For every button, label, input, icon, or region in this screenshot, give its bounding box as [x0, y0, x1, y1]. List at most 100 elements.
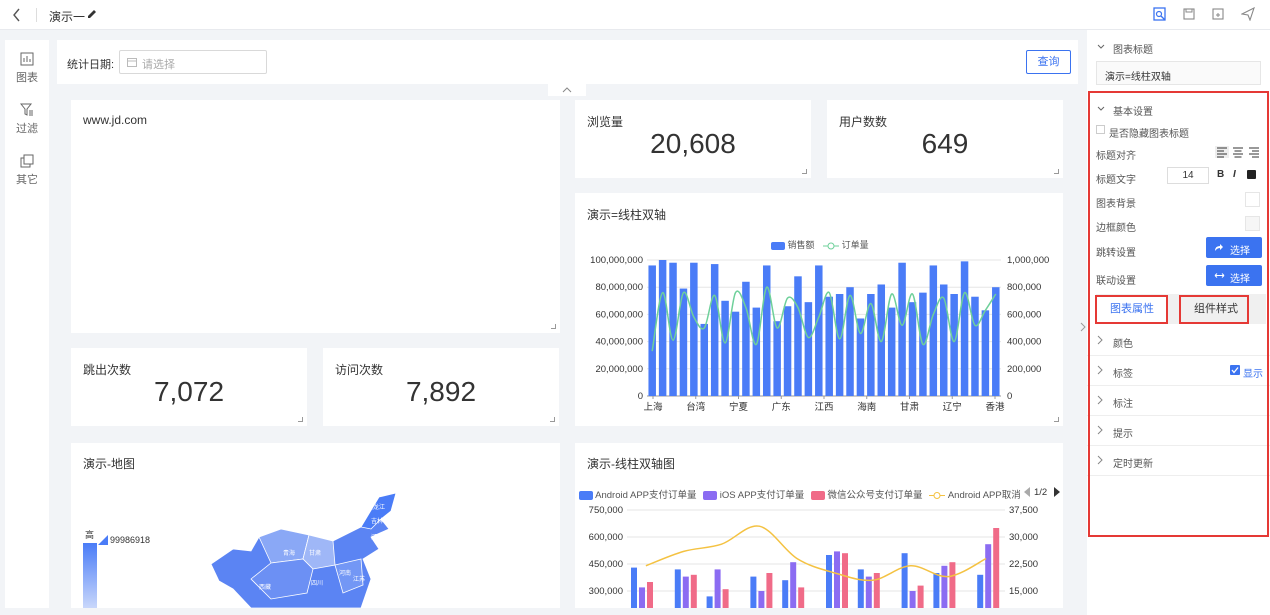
y-left-tick-label: 40,000,000 — [595, 337, 643, 348]
kpi-value: 7,892 — [405, 376, 477, 407]
bar — [865, 576, 872, 608]
bar — [887, 307, 896, 396]
y-right-tick-label: 37,500 — [1009, 505, 1038, 516]
save-icon[interactable] — [1183, 8, 1195, 20]
chart-widget-line-bar[interactable]: 演示-线柱双轴图 Android APP支付订单量 iOS APP支付订单量 微… — [575, 443, 1063, 608]
save-as-icon[interactable] — [1212, 8, 1224, 20]
date-label: 统计日期: — [67, 59, 115, 71]
y-right-tick-label: 200,000 — [1007, 364, 1041, 375]
bar — [722, 589, 729, 608]
section-title-heading: 图表标题 — [1113, 45, 1153, 56]
map-label: 西藏 — [259, 583, 271, 591]
bar — [762, 265, 771, 396]
legend-next-icon[interactable] — [1053, 487, 1061, 497]
y-left-tick-label: 20,000,000 — [595, 364, 643, 375]
bar — [782, 580, 789, 608]
bar — [794, 276, 802, 396]
x-tick-label: 海南 — [857, 401, 876, 413]
bar — [949, 562, 956, 608]
chart-plot: 750,000 37,500 600,000 30,000 450,000 22,500 3… — [589, 505, 1038, 608]
other-icon — [20, 154, 34, 168]
bar — [815, 265, 823, 396]
chevron-right-icon[interactable] — [1080, 322, 1086, 332]
bar — [842, 553, 848, 608]
map-widget[interactable]: 演示-地图 高 99986918 新疆 黑龙江 吉林 青海 甘肃 四川 西藏 河… — [71, 443, 560, 608]
bar — [766, 573, 773, 608]
bar — [917, 585, 924, 608]
kpi-card-page-views[interactable]: 浏览量 20,608 — [575, 100, 811, 178]
resize-handle[interactable] — [1054, 417, 1059, 422]
y-left-tick-label: 450,000 — [589, 559, 623, 570]
panel-splitter[interactable] — [1078, 30, 1087, 615]
chart-widget-dual-axis[interactable]: 演示=线柱双轴 销售额 订单量 0 0 20,000,000 200,000 40,00… — [575, 193, 1063, 426]
chart-title: 演示-地图 — [83, 457, 135, 471]
bar — [992, 287, 1000, 396]
nav-label: 其它 — [16, 174, 38, 186]
bar — [834, 551, 840, 608]
bar — [971, 296, 979, 396]
bar — [901, 553, 908, 608]
x-tick-label: 广东 — [772, 401, 791, 413]
map-label: 上海 — [367, 587, 379, 595]
nav-item-other[interactable]: 其它 — [5, 154, 49, 187]
preview-icon[interactable] — [1153, 7, 1167, 22]
collapse-filter-handle[interactable] — [548, 84, 586, 96]
resize-handle[interactable] — [550, 417, 555, 422]
query-button[interactable]: 查询 — [1026, 50, 1071, 74]
bar — [714, 569, 721, 608]
bar — [773, 321, 781, 396]
edit-icon[interactable] — [86, 8, 98, 20]
chevron-down-icon[interactable] — [1097, 44, 1105, 50]
map-legend-handle[interactable] — [98, 535, 108, 545]
chart-plot: 0 0 20,000,000 200,000 40,000,000 400,000 60,0… — [590, 255, 1049, 413]
resize-handle[interactable] — [1054, 169, 1059, 174]
y-right-tick-label: 600,000 — [1007, 309, 1041, 320]
resize-handle[interactable] — [802, 169, 807, 174]
kpi-card-visits[interactable]: 访问次数 7,892 — [323, 348, 559, 426]
bar — [750, 576, 757, 608]
back-icon[interactable] — [12, 8, 22, 22]
chart-title-input[interactable]: 演示=线柱双轴 — [1096, 61, 1261, 85]
y-left-tick-label: 0 — [638, 391, 643, 402]
y-left-tick-label: 100,000,000 — [590, 255, 643, 266]
bar — [690, 574, 697, 608]
nav-label: 图表 — [16, 72, 38, 84]
bar — [857, 569, 864, 608]
bar — [674, 569, 681, 608]
kpi-value: 7,072 — [153, 376, 225, 407]
x-tick-label: 台湾 — [686, 401, 706, 413]
resize-handle[interactable] — [551, 324, 556, 329]
bar — [977, 574, 984, 608]
kpi-card-bounces[interactable]: 跳出次数 7,072 — [71, 348, 307, 426]
chart-icon — [20, 52, 34, 66]
resize-handle[interactable] — [298, 417, 303, 422]
bar — [929, 265, 938, 396]
bar — [835, 294, 844, 396]
bar — [710, 264, 719, 396]
kpi-card-users[interactable]: 用户数数 649 — [827, 100, 1063, 178]
china-map[interactable]: 新疆 黑龙江 吉林 青海 甘肃 四川 西藏 河南 江苏 上海 辽宁 — [211, 489, 421, 608]
bar — [690, 262, 698, 396]
legend-prev-icon[interactable] — [1023, 487, 1031, 497]
nav-item-filter[interactable]: 过滤 — [5, 103, 49, 136]
date-picker[interactable]: 请选择 — [119, 50, 267, 74]
y-right-tick-label: 1,000,000 — [1007, 255, 1049, 266]
text-widget[interactable]: www.jd.com — [71, 100, 560, 333]
nav-item-chart[interactable]: 图表 — [5, 52, 49, 85]
divider — [36, 8, 37, 22]
dashboard-title: 演示一 — [49, 10, 86, 24]
map-label: 四川 — [311, 580, 323, 587]
bar — [706, 596, 713, 608]
y-right-tick-label: 400,000 — [1007, 337, 1041, 348]
bar — [908, 302, 917, 396]
chart-title: 演示=线柱双轴 — [587, 208, 667, 222]
x-tick-label: 甘肃 — [900, 401, 919, 413]
bar — [639, 587, 645, 608]
y-right-tick-label: 22,500 — [1009, 559, 1038, 570]
x-tick-label: 江西 — [814, 402, 833, 413]
bar — [783, 306, 792, 396]
bar — [804, 302, 813, 396]
bar — [960, 261, 969, 396]
x-tick-label: 香港 — [985, 401, 1005, 413]
publish-icon[interactable] — [1241, 7, 1255, 21]
